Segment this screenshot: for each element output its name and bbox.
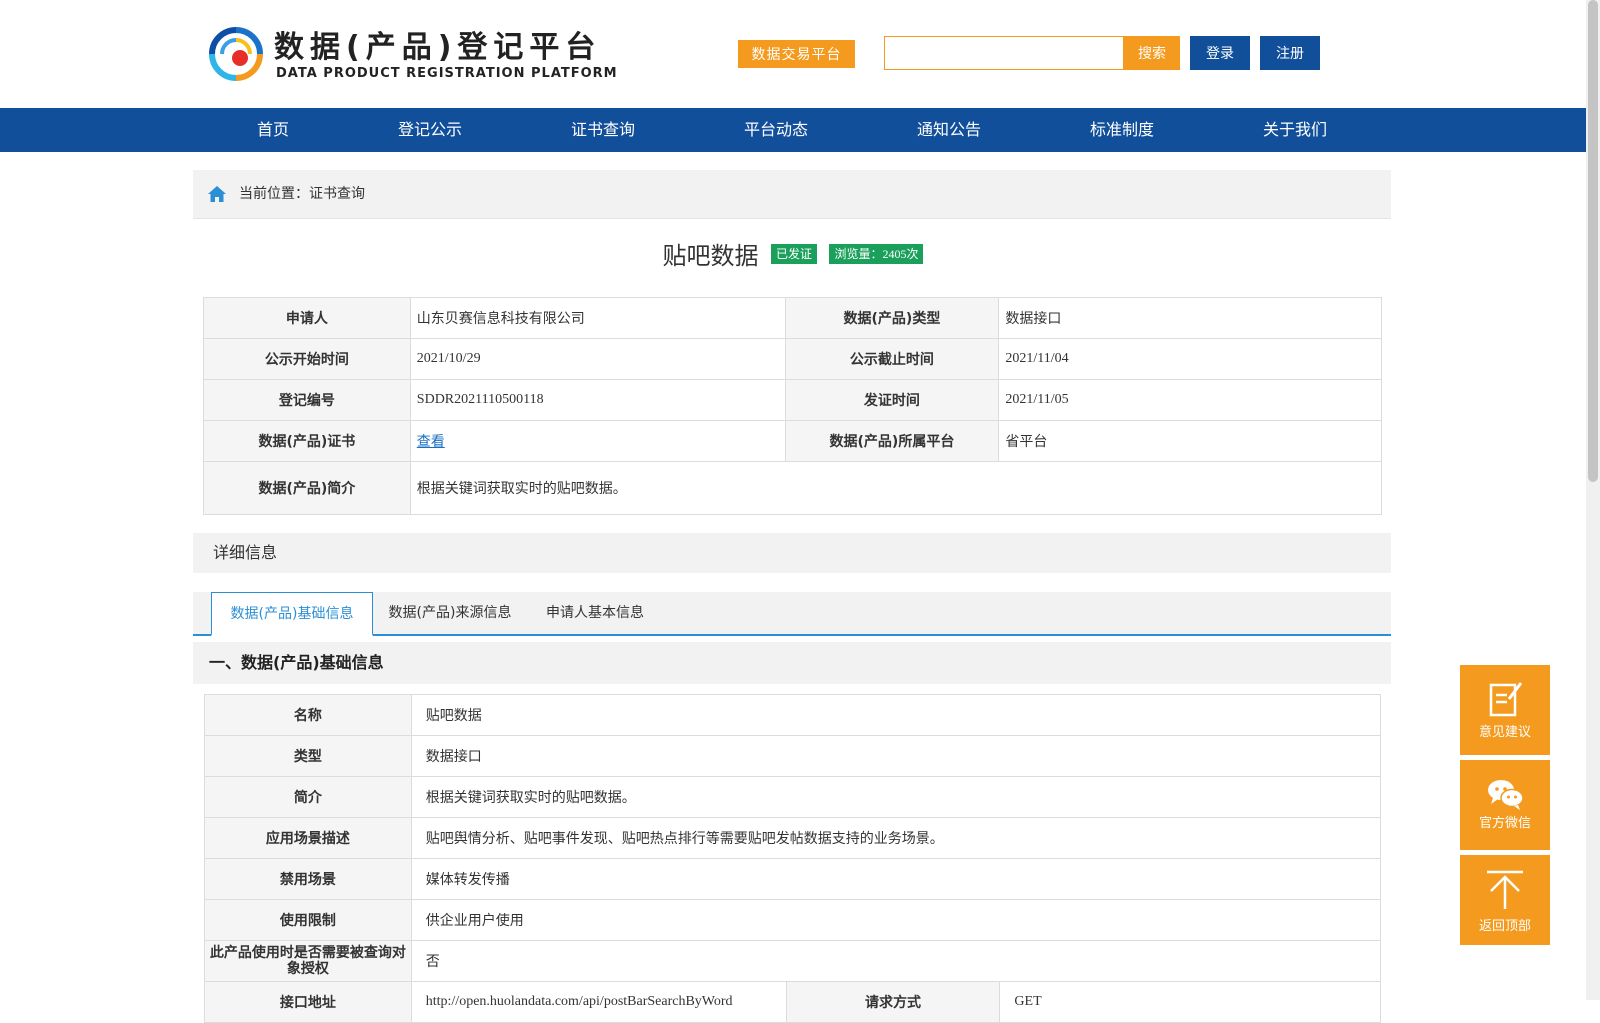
- notice-end-label: 公示截止时间: [784, 338, 1000, 380]
- table-row: 简介 根据关键词获取实时的贴吧数据。: [204, 776, 1382, 818]
- feedback-button[interactable]: 意见建议: [1460, 665, 1550, 755]
- applicant-value: 山东贝赛信息科技有限公司: [409, 297, 786, 339]
- nav-item-certificate-query[interactable]: 证书查询: [543, 108, 663, 152]
- table-row: 公示开始时间 2021/10/29 公示截止时间 2021/11/04: [203, 338, 1382, 380]
- tab-basic-info[interactable]: 数据(产品)基础信息: [211, 592, 373, 636]
- table-row: 数据(产品)证书 查看 数据(产品)所属平台 省平台: [203, 420, 1382, 462]
- issue-date-value: 2021/11/05: [998, 379, 1382, 421]
- table-row: 此产品使用时是否需要被查询对象授权 否: [204, 940, 1382, 982]
- api-url-label: 接口地址: [204, 981, 412, 1023]
- notice-start-value: 2021/10/29: [409, 338, 786, 380]
- notice-end-value: 2021/11/04: [998, 338, 1382, 380]
- nav-item-platform-news[interactable]: 平台动态: [716, 108, 836, 152]
- section-title: 一、数据(产品)基础信息: [209, 653, 384, 672]
- tab-source-info[interactable]: 数据(产品)来源信息: [381, 592, 519, 634]
- logo-title: 数据(产品)登记平台: [274, 30, 602, 65]
- intro-value: 根据关键词获取实时的贴吧数据。: [409, 461, 1383, 515]
- nav-item-announcements[interactable]: 通知公告: [889, 108, 1009, 152]
- detail-heading-bar: 详细信息: [193, 533, 1391, 573]
- field-label: 简介: [204, 776, 412, 818]
- table-row: 数据(产品)简介 根据关键词获取实时的贴吧数据。: [203, 461, 1383, 515]
- views-badge: 浏览量：2405次: [829, 243, 924, 264]
- field-label: 应用场景描述: [204, 817, 412, 859]
- field-value: 否: [410, 940, 1382, 982]
- table-row: 申请人 山东贝赛信息科技有限公司 数据(产品)类型 数据接口: [203, 297, 1382, 339]
- registration-number-label: 登记编号: [203, 379, 411, 421]
- data-trade-platform-button[interactable]: 数据交易平台: [738, 40, 855, 68]
- request-method-label: 请求方式: [785, 981, 1001, 1023]
- logo-subtitle: DATA PRODUCT REGISTRATION PLATFORM: [276, 66, 618, 81]
- site-logo[interactable]: 数据(产品)登记平台 DATA PRODUCT REGISTRATION PLA…: [206, 22, 646, 88]
- field-value: 根据关键词获取实时的贴吧数据。: [410, 776, 1382, 818]
- edit-note-icon: [1489, 682, 1523, 717]
- product-type-value: 数据接口: [998, 297, 1382, 339]
- search-input[interactable]: [884, 36, 1124, 70]
- page-scrollbar[interactable]: [1586, 0, 1600, 1000]
- feedback-label: 意见建议: [1478, 725, 1531, 740]
- nav-item-registration-notice[interactable]: 登记公示: [370, 108, 490, 152]
- applicant-label: 申请人: [203, 297, 411, 339]
- search-button[interactable]: 搜索: [1124, 36, 1180, 70]
- summary-table: 申请人 山东贝赛信息科技有限公司 数据(产品)类型 数据接口 公示开始时间 20…: [203, 297, 1383, 515]
- back-to-top-button[interactable]: 返回顶部: [1460, 855, 1550, 945]
- site-header: 数据(产品)登记平台 DATA PRODUCT REGISTRATION PLA…: [0, 0, 1586, 108]
- registration-number-value: SDDR2021110500118: [409, 379, 786, 421]
- table-row: 应用场景描述 贴吧舆情分析、贴吧事件发现、贴吧热点排行等需要贴吧发帖数据支持的业…: [204, 817, 1382, 859]
- basic-info-table: 名称 贴吧数据 类型 数据接口 简介 根据关键词获取实时的贴吧数据。 应用场景描…: [204, 694, 1382, 1023]
- wechat-button[interactable]: 官方微信: [1460, 760, 1550, 850]
- api-url-value: http://open.huolandata.com/api/postBarSe…: [410, 981, 787, 1023]
- nav-item-home[interactable]: 首页: [213, 108, 333, 152]
- table-row: 接口地址 http://open.huolandata.com/api/post…: [204, 981, 1381, 1023]
- field-value: 贴吧舆情分析、贴吧事件发现、贴吧热点排行等需要贴吧发帖数据支持的业务场景。: [410, 817, 1382, 859]
- field-label: 此产品使用时是否需要被查询对象授权: [204, 940, 412, 982]
- platform-label: 数据(产品)所属平台: [784, 420, 1000, 462]
- table-row: 禁用场景 媒体转发传播: [204, 858, 1382, 900]
- tab-applicant-info[interactable]: 申请人基本信息: [533, 592, 657, 634]
- home-icon[interactable]: [207, 185, 227, 203]
- detail-tabs: 数据(产品)基础信息 数据(产品)来源信息 申请人基本信息: [193, 592, 1391, 636]
- field-label: 名称: [204, 694, 412, 736]
- request-method-value: GET: [999, 981, 1381, 1023]
- wechat-icon: [1488, 780, 1524, 810]
- certificate-label: 数据(产品)证书: [203, 420, 411, 462]
- view-certificate-link[interactable]: 查看: [417, 434, 445, 450]
- field-value: 贴吧数据: [410, 694, 1382, 736]
- table-row: 类型 数据接口: [204, 735, 1382, 777]
- table-row: 名称 贴吧数据: [204, 694, 1382, 736]
- field-label: 使用限制: [204, 899, 412, 941]
- field-value: 供企业用户使用: [410, 899, 1382, 941]
- nav-item-standards[interactable]: 标准制度: [1062, 108, 1182, 152]
- issue-date-label: 发证时间: [784, 379, 1000, 421]
- logo-swirl-icon: [209, 27, 263, 81]
- detail-heading: 详细信息: [213, 543, 278, 562]
- arrow-up-icon: [1487, 870, 1523, 909]
- breadcrumb-text: 当前位置：证书查询: [239, 186, 365, 202]
- field-value: 媒体转发传播: [410, 858, 1382, 900]
- field-label: 类型: [204, 735, 412, 777]
- nav-item-about-us[interactable]: 关于我们: [1235, 108, 1355, 152]
- scrollbar-thumb[interactable]: [1588, 0, 1598, 482]
- platform-value: 省平台: [998, 420, 1382, 462]
- field-label: 禁用场景: [204, 858, 412, 900]
- product-title-row: 贴吧数据 已发证 浏览量：2405次: [0, 236, 1586, 270]
- page-title: 贴吧数据: [662, 242, 759, 270]
- notice-start-label: 公示开始时间: [203, 338, 411, 380]
- main-nav: 首页 登记公示 证书查询 平台动态 通知公告 标准制度 关于我们: [0, 108, 1586, 152]
- wechat-label: 官方微信: [1478, 816, 1531, 831]
- intro-label: 数据(产品)简介: [203, 461, 411, 515]
- table-row: 登记编号 SDDR2021110500118 发证时间 2021/11/05: [203, 379, 1382, 421]
- field-value: 数据接口: [410, 735, 1382, 777]
- register-button[interactable]: 注册: [1260, 36, 1320, 70]
- back-to-top-label: 返回顶部: [1478, 919, 1531, 934]
- table-row: 使用限制 供企业用户使用: [204, 899, 1382, 941]
- login-button[interactable]: 登录: [1190, 36, 1250, 70]
- status-badge: 已发证: [770, 243, 817, 264]
- breadcrumb: 当前位置：证书查询: [193, 170, 1391, 219]
- product-type-label: 数据(产品)类型: [784, 297, 1000, 339]
- section-header: 一、数据(产品)基础信息: [193, 642, 1391, 684]
